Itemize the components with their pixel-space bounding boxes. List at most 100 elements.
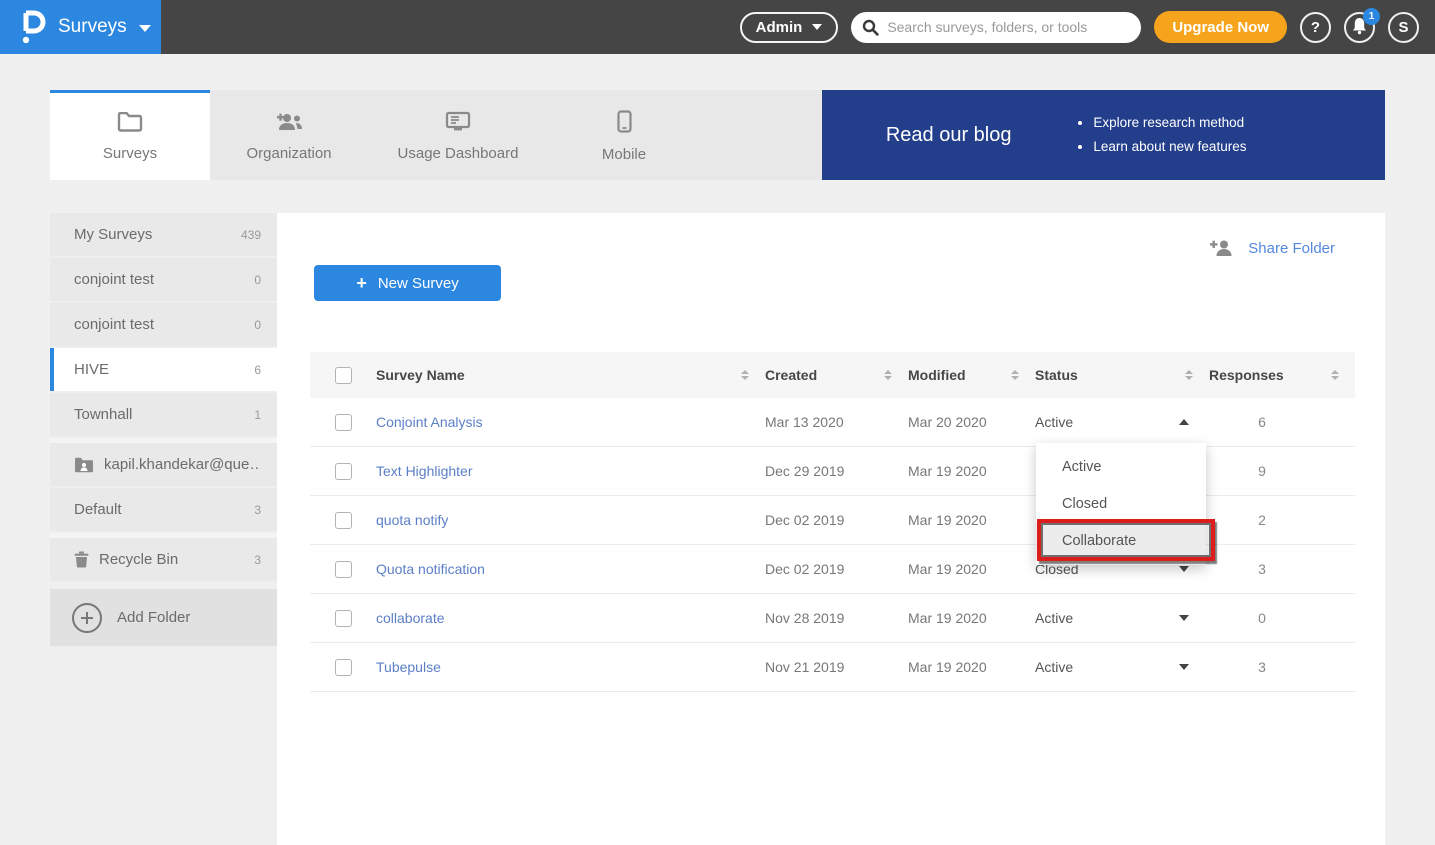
add-folder-label: Add Folder	[117, 609, 190, 626]
created-cell: Nov 21 2019	[765, 659, 908, 675]
new-survey-button[interactable]: + New Survey	[314, 265, 501, 301]
person-add-icon	[1209, 239, 1235, 257]
table-row: Tubepulse Nov 21 2019 Mar 19 2020 Active…	[310, 643, 1355, 692]
chevron-down-icon	[1179, 566, 1189, 572]
blog-banner[interactable]: Read our blog Explore research method Le…	[822, 90, 1385, 180]
new-survey-label: New Survey	[378, 275, 459, 292]
sidebar-item-conjoint-test-1[interactable]: conjoint test 0	[50, 258, 277, 301]
responses-cell: 2	[1209, 512, 1355, 528]
tab-organization[interactable]: Organization	[210, 90, 368, 180]
status-value: Active	[1035, 659, 1073, 675]
folder-label: My Surveys	[74, 226, 152, 243]
admin-menu-button[interactable]: Admin	[740, 12, 839, 43]
notifications-button[interactable]: 1	[1344, 12, 1375, 43]
status-option-active[interactable]: Active	[1036, 448, 1206, 485]
col-header-modified: Modified	[908, 367, 966, 383]
row-checkbox[interactable]	[335, 610, 352, 627]
survey-name-link[interactable]: quota notify	[376, 512, 448, 528]
survey-name-link[interactable]: Tubepulse	[376, 659, 441, 675]
chevron-up-icon	[1179, 419, 1189, 425]
row-checkbox[interactable]	[335, 463, 352, 480]
sidebar-item-default[interactable]: Default 3	[50, 488, 277, 531]
tab-usage-dashboard[interactable]: Usage Dashboard	[368, 90, 548, 180]
responses-cell: 9	[1209, 463, 1355, 479]
blog-banner-bullets: Explore research method Learn about new …	[1075, 111, 1246, 159]
tab-surveys[interactable]: Surveys	[50, 90, 210, 180]
tab-organization-label: Organization	[246, 145, 331, 162]
modified-cell: Mar 19 2020	[908, 463, 1035, 479]
sort-icon[interactable]	[1331, 370, 1339, 380]
sidebar-item-hive[interactable]: HIVE 6	[50, 348, 277, 391]
topbar-actions: Admin Upgrade Now ? 1 S	[740, 11, 1435, 43]
created-cell: Dec 29 2019	[765, 463, 908, 479]
folder-label: HIVE	[74, 361, 109, 378]
avatar-letter: S	[1398, 19, 1408, 36]
col-header-responses: Responses	[1209, 367, 1284, 383]
sidebar-item-conjoint-test-2[interactable]: conjoint test 0	[50, 303, 277, 346]
notification-count-badge: 1	[1363, 8, 1380, 25]
folder-label: conjoint test	[74, 271, 154, 288]
modified-cell: Mar 19 2020	[908, 512, 1035, 528]
user-avatar[interactable]: S	[1388, 12, 1419, 43]
survey-name-link[interactable]: collaborate	[376, 610, 445, 626]
status-value: Active	[1035, 414, 1073, 430]
primary-tabs: Surveys Organization Usage Dashboard Mob…	[50, 90, 1385, 180]
sort-icon[interactable]	[741, 370, 749, 380]
blog-banner-title: Read our blog	[822, 124, 1075, 147]
search-icon	[862, 19, 879, 41]
help-label: ?	[1311, 19, 1320, 36]
folder-label: Townhall	[74, 406, 132, 423]
status-dropdown-trigger[interactable]: Active	[1035, 659, 1209, 675]
status-option-collaborate[interactable]: Collaborate	[1036, 522, 1206, 559]
sort-icon[interactable]	[1011, 370, 1019, 380]
sidebar-item-my-surveys[interactable]: My Surveys 439	[50, 213, 277, 256]
tab-mobile[interactable]: Mobile	[548, 90, 700, 180]
trash-icon	[74, 551, 89, 568]
row-checkbox[interactable]	[335, 561, 352, 578]
row-checkbox[interactable]	[335, 414, 352, 431]
top-bar: Surveys Admin Upgrade Now ? 1 S	[0, 0, 1435, 54]
table-header-row: Survey Name Created Modified Status Resp…	[310, 352, 1355, 398]
row-checkbox[interactable]	[335, 659, 352, 676]
app-logo-menu[interactable]: Surveys	[0, 0, 161, 54]
sidebar-item-recycle-bin[interactable]: Recycle Bin 3	[50, 538, 277, 581]
global-search	[851, 12, 1141, 43]
status-option-closed[interactable]: Closed	[1036, 485, 1206, 522]
folder-label: conjoint test	[74, 316, 154, 333]
modified-cell: Mar 20 2020	[908, 414, 1035, 430]
upgrade-now-button[interactable]: Upgrade Now	[1154, 11, 1287, 43]
select-all-checkbox[interactable]	[335, 367, 352, 384]
dashboard-icon	[445, 111, 471, 136]
share-folder-button[interactable]: Share Folder	[1209, 239, 1335, 257]
survey-name-link[interactable]: Text Highlighter	[376, 463, 473, 479]
created-cell: Dec 02 2019	[765, 512, 908, 528]
status-options-dropdown: Active Closed Collaborate	[1036, 443, 1206, 565]
survey-name-link[interactable]: Quota notification	[376, 561, 485, 577]
row-checkbox[interactable]	[335, 512, 352, 529]
modified-cell: Mar 19 2020	[908, 610, 1035, 626]
help-button[interactable]: ?	[1300, 12, 1331, 43]
status-dropdown-trigger[interactable]: Active	[1035, 414, 1209, 430]
tab-surveys-label: Surveys	[103, 145, 157, 162]
folder-count: 6	[254, 363, 261, 377]
banner-bullet: Learn about new features	[1093, 135, 1246, 159]
share-folder-label: Share Folder	[1248, 240, 1335, 257]
questionpro-logo-icon	[20, 9, 46, 45]
search-input[interactable]	[851, 12, 1141, 43]
chevron-down-icon	[139, 25, 151, 32]
modified-cell: Mar 19 2020	[908, 561, 1035, 577]
sort-icon[interactable]	[1185, 370, 1193, 380]
sort-icon[interactable]	[884, 370, 892, 380]
modified-cell: Mar 19 2020	[908, 659, 1035, 675]
status-dropdown-trigger[interactable]: Active	[1035, 610, 1209, 626]
survey-name-link[interactable]: Conjoint Analysis	[376, 414, 483, 430]
sidebar-item-shared-account[interactable]: kapil.khandekar@que…	[50, 443, 277, 486]
folder-count: 1	[254, 408, 261, 422]
responses-cell: 3	[1209, 659, 1355, 675]
shared-folder-icon	[74, 457, 94, 473]
chevron-down-icon	[1179, 615, 1189, 621]
sidebar-item-townhall[interactable]: Townhall 1	[50, 393, 277, 436]
folder-count: 0	[254, 318, 261, 332]
chevron-down-icon	[1179, 664, 1189, 670]
add-folder-button[interactable]: Add Folder	[50, 589, 277, 646]
